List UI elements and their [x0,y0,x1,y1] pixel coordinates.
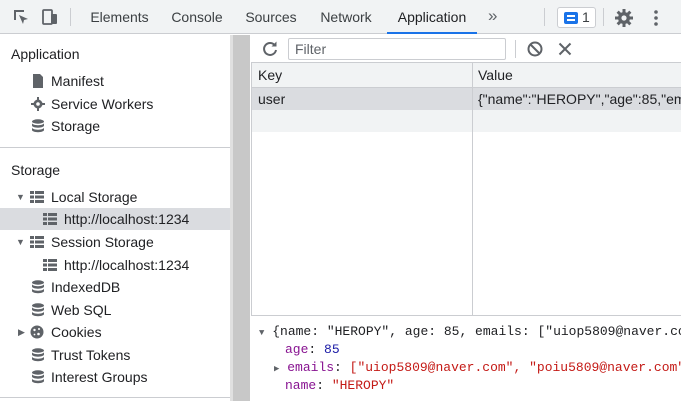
issues-count: 1 [582,9,590,25]
table-icon [30,236,44,248]
document-icon [33,74,43,88]
application-section-title: Application [11,46,80,62]
more-options-icon[interactable] [648,8,664,28]
database-icon [32,303,44,317]
gear-icon [31,97,45,111]
table-row-empty[interactable] [252,110,681,132]
sidebar-item-indexeddb[interactable]: IndexedDB [0,276,230,298]
tab-console[interactable]: Console [163,0,231,34]
settings-gear-icon[interactable] [614,8,634,28]
sidebar-item-session-storage[interactable]: ▼ Session Storage [0,231,230,253]
inspect-element-icon[interactable] [11,7,31,27]
property-key: name [285,378,317,393]
application-sidebar: Application Manifest Service Workers Sto… [0,35,230,401]
row-key: user [258,91,286,107]
table-header: Key Value [252,63,681,88]
sidebar-resize-handle[interactable] [233,35,250,401]
sidebar-item-label: Manifest [51,73,104,89]
sidebar-item-cookies[interactable]: ▶ Cookies [0,321,230,343]
devtools-tab-bar: Elements Console Sources Network Applica… [0,0,681,34]
filter-input[interactable] [288,38,506,60]
sidebar-item-interest-groups[interactable]: Interest Groups [0,366,230,388]
tab-elements[interactable]: Elements [82,0,157,34]
toolbar-divider [603,8,604,26]
clear-all-icon[interactable] [525,39,545,59]
tab-sources[interactable]: Sources [237,0,305,34]
sidebar-item-label: Storage [51,118,101,134]
tab-network[interactable]: Network [311,0,381,34]
refresh-icon[interactable] [260,39,280,59]
row-value: {"name":"HEROPY","age":85,"ema... [478,91,681,107]
property-value: ["uiop5809@naver.com", "poiu5809@naver.c… [349,360,681,375]
sidebar-item-label: Service Workers [51,96,154,112]
value-preview: ▼ {name: "HEROPY", age: 85, emails: ["ui… [251,316,681,401]
collapse-triangle-icon[interactable]: ▶ [18,321,25,343]
sidebar-item-local-storage-origin[interactable]: http://localhost:1234 [0,208,230,230]
tab-application[interactable]: Application [387,0,477,34]
sidebar-item-session-storage-origin[interactable]: http://localhost:1234 [0,254,230,276]
sidebar-item-label: IndexedDB [51,279,121,295]
preview-summary: {name: "HEROPY", age: 85, emails: ["uiop… [272,324,681,339]
sidebar-item-label: Session Storage [51,234,154,250]
section-divider [0,397,230,398]
delete-selected-icon[interactable] [555,39,575,59]
cookie-icon [30,325,44,339]
preview-summary-line[interactable]: ▼ {name: "HEROPY", age: 85, emails: ["ui… [259,323,681,341]
table-row[interactable]: user {"name":"HEROPY","age":85,"ema... [252,88,681,110]
message-icon [564,12,578,24]
table-icon [43,213,57,225]
sidebar-item-service-workers[interactable]: Service Workers [0,93,230,115]
sidebar-item-manifest[interactable]: Manifest [0,70,230,92]
sidebar-item-label: Interest Groups [51,369,148,385]
table-icon [30,191,44,203]
expand-triangle-icon[interactable]: ▼ [16,231,25,253]
sidebar-item-storage[interactable]: Storage [0,115,230,137]
property-key: emails [287,360,335,375]
preview-property-name: name: "HEROPY" [285,378,395,393]
table-icon [43,259,57,271]
preview-property-emails[interactable]: ▶ emails: ["uiop5809@naver.com", "poiu58… [274,359,681,377]
toolbar-divider [70,8,71,26]
sidebar-item-label: Web SQL [51,302,112,318]
sidebar-item-local-storage[interactable]: ▼ Local Storage [0,186,230,208]
database-icon [32,280,44,294]
issues-badge-button[interactable]: 1 [557,7,596,28]
property-value: 85 [324,342,340,357]
collapse-triangle-icon[interactable]: ▶ [274,364,279,374]
database-icon [32,370,44,384]
column-header-value[interactable]: Value [478,67,513,83]
preview-property-age: age: 85 [285,342,340,357]
database-icon [32,348,44,362]
storage-toolbar [251,35,681,63]
sidebar-item-trust-tokens[interactable]: Trust Tokens [0,344,230,366]
property-value: "HEROPY" [331,378,395,393]
sidebar-item-label: http://localhost:1234 [64,257,190,273]
sidebar-item-label: http://localhost:1234 [64,211,190,227]
sidebar-item-label: Trust Tokens [51,347,131,363]
database-icon [32,119,44,133]
sidebar-item-label: Local Storage [51,189,138,205]
storage-table: Key Value user {"name":"HEROPY","age":85… [251,63,681,316]
property-key: age [285,342,309,357]
expand-triangle-icon[interactable]: ▼ [16,186,25,208]
sidebar-item-web-sql[interactable]: Web SQL [0,299,230,321]
storage-section-title: Storage [11,162,61,178]
device-toolbar-icon[interactable] [40,7,60,27]
sidebar-item-label: Cookies [51,324,102,340]
column-header-key[interactable]: Key [258,67,282,83]
more-tabs-button[interactable]: » [488,0,497,34]
toolbar-divider [544,8,545,26]
expand-triangle-icon[interactable]: ▼ [259,328,264,338]
column-divider [472,63,473,316]
section-divider [0,147,230,148]
toolbar-divider [515,40,516,58]
